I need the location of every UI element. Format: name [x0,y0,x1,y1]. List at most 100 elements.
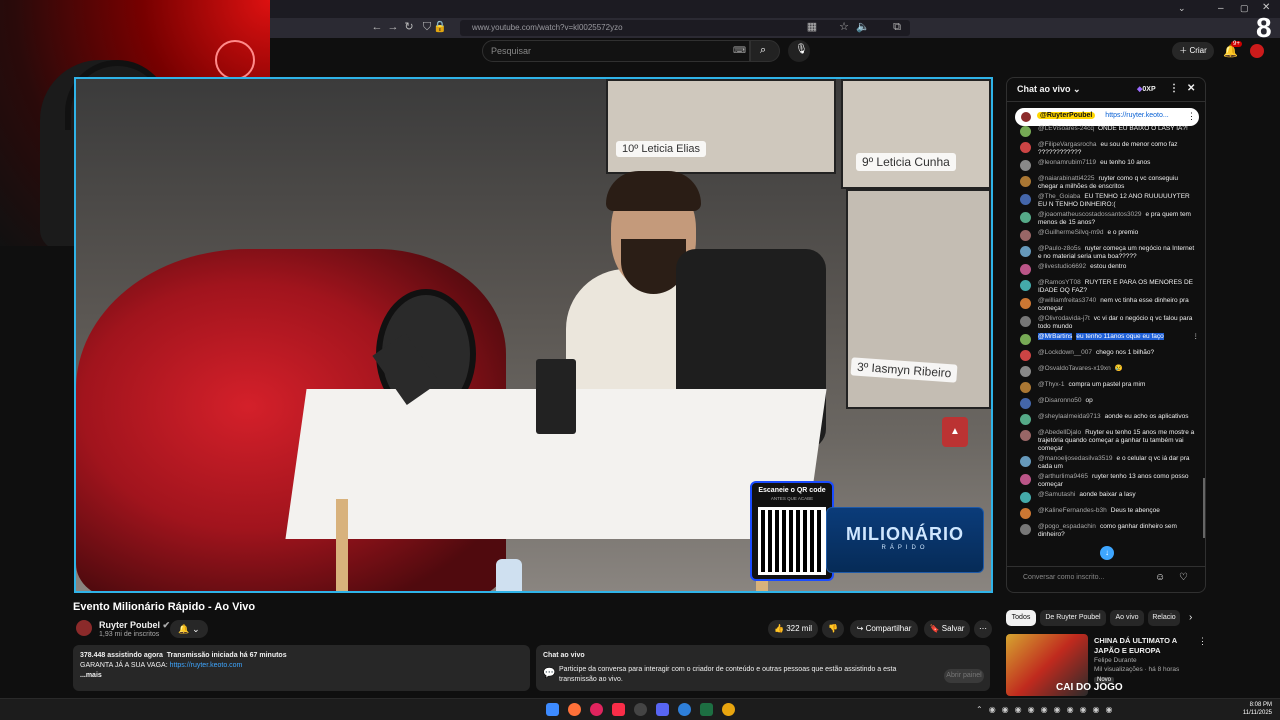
chat-author[interactable]: @williamfreitas3740 [1038,297,1096,304]
windows-start-icon[interactable] [546,703,559,716]
chat-message[interactable]: @manoeljosedasilva3519 e o celular q vc i… [1007,454,1205,472]
chat-avatar[interactable] [1020,366,1031,377]
chat-avatar[interactable] [1020,230,1031,241]
recommendation-title[interactable]: CHINA DÁ ULTIMATO A JAPÃO E EUROPA [1094,636,1198,656]
chat-message[interactable]: @KalineFernandes-b3h Deus te abençoe [1007,506,1205,522]
chat-author[interactable]: @AbedellDjalo [1038,429,1081,436]
search-button[interactable]: ⌕ [750,40,780,62]
chat-avatar[interactable] [1020,398,1031,409]
chat-message[interactable]: @The_Goiaba EU TENHO 12 ANO RUUUUUYTER EU… [1007,192,1205,210]
chat-message[interactable]: @arthurlima9465 ruyter tenho 13 anos como… [1007,472,1205,490]
chat-message[interactable]: @williamfreitas3740 nem vc tinha esse din… [1007,296,1205,314]
chat-author[interactable]: @FilipeVargasrocha [1038,141,1097,148]
app2-icon[interactable] [678,703,691,716]
chat-author[interactable]: @KalineFernandes-b3h [1038,507,1107,514]
save-button[interactable]: 🔖 Salvar [924,620,970,638]
forward-icon[interactable]: → [386,20,400,34]
chat-author[interactable]: @LEVisoares-24cq [1038,125,1094,132]
xp-badge[interactable]: ◆0XP [1137,85,1156,93]
chat-message[interactable]: @RamosYT08 RUYTER E PARA OS MENORES DE ID… [1007,278,1205,296]
chip-channel[interactable]: De Ruyter Poubel [1040,610,1106,626]
maximize-icon[interactable]: ▢ [1240,3,1249,14]
chat-author[interactable]: @OsvaldoTavares-x19xn [1038,365,1111,372]
chat-author[interactable]: @Olivrodavida-j7t [1038,315,1090,322]
chat-author[interactable]: @livestudio6692 [1038,263,1086,270]
chat-avatar[interactable] [1020,246,1031,257]
chat-message[interactable]: @livestudio6692 estou dentro [1007,262,1205,278]
chat-author[interactable]: @manoeljosedasilva3519 [1038,455,1113,462]
chat-avatar[interactable] [1020,334,1031,345]
chat-message[interactable]: @joaomatheuscostadossantos3029 e pra quem… [1007,210,1205,228]
chat-author[interactable]: @leonamrubim7119 [1038,159,1096,166]
speaker-icon[interactable]: 🔈 [856,20,870,34]
chat-author[interactable]: @Samutashi [1038,491,1075,498]
chat-avatar[interactable] [1020,492,1031,503]
channel-avatar[interactable] [76,620,92,636]
chat-message[interactable]: @OsvaldoTavares-x19xn 😢 [1007,364,1205,380]
chat-message[interactable]: @Olivrodavida-j7t vc vi dar o negócio q v… [1007,314,1205,332]
chat-author[interactable]: @pogo_espadachin [1038,523,1096,530]
chat-input[interactable]: Conversar como inscrito... [1015,570,1155,586]
minimize-icon[interactable]: – [1218,3,1224,14]
description-box[interactable]: 378.448 assistindo agora Transmissão ini… [73,645,530,691]
chat-message[interactable]: @leonamrubim7119 eu tenho 10 anos [1007,158,1205,174]
back-icon[interactable]: ← [370,20,384,34]
chat-avatar[interactable] [1020,430,1031,441]
obs-icon[interactable] [634,703,647,716]
chat-message[interactable]: @LEVisoares-24cq ONDE EU BAIXO O LASY IA?… [1007,124,1205,140]
extensions-icon[interactable]: ⧉ [890,20,904,34]
chat-message[interactable]: @naiarabinatti4225 ruyter como q vc conse… [1007,174,1205,192]
more-actions-button[interactable]: ⋯ [974,620,992,638]
chat-message[interactable]: @Thyx-1 compra um pastel pra mim [1007,380,1205,396]
chat-author[interactable]: @Paulo-z8o5s [1038,245,1081,252]
chip-live[interactable]: Ao vivo [1110,610,1144,626]
chip-all[interactable]: Todos [1006,610,1036,626]
chat-author[interactable]: @GuilhermeSilvq-m9d [1038,229,1103,236]
recommendation-more-icon[interactable]: ⋮ [1198,636,1207,647]
chat-author[interactable]: @The_Goiaba [1038,193,1080,200]
shield-icon[interactable]: ⛉ [420,20,434,34]
chat-avatar[interactable] [1020,264,1031,275]
chat-avatar[interactable] [1020,212,1031,223]
chat-author[interactable]: @arthurlima9465 [1038,473,1088,480]
chat-author[interactable]: @sheylaalmeida9713 [1038,413,1101,420]
chat-author[interactable]: @RamosYT08 [1038,279,1081,286]
keyboard-icon[interactable]: ⌨ [733,45,746,56]
chat-message[interactable]: @Lockdown__007 chego nos 1 bilhão? [1007,348,1205,364]
video-player[interactable]: 10º Leticia Elias 9º Leticia Cunha 3º Ia… [74,77,993,593]
chat-author[interactable]: @Thyx-1 [1038,381,1064,388]
emoji-icon[interactable]: ☺ [1155,572,1165,583]
chat-message[interactable]: @sheylaalmeida9713 aonde eu acho os aplic… [1007,412,1205,428]
open-panel-button[interactable]: Abrir painel [944,669,984,683]
chat-avatar[interactable] [1020,126,1031,137]
chat-message[interactable]: @MrBartins eu tenho 11anos oque eu faço ⋮ [1007,332,1205,348]
share-button[interactable]: ↪ Compartilhar [850,620,918,638]
recommendation-channel[interactable]: Felipe Durante [1094,657,1137,664]
reader-icon[interactable]: ▦ [805,20,819,34]
chat-author[interactable]: @MrBartins [1038,333,1073,340]
chat-message[interactable]: @AbedellDjalo Ruyter eu tenho 15 anos me … [1007,428,1205,454]
chat-avatar[interactable] [1020,280,1031,291]
chrome-icon[interactable] [722,703,735,716]
scroll-up-button[interactable]: ▲ [942,417,968,447]
chat-message[interactable]: @Paulo-z8o5s ruyter começa um negócio na … [1007,244,1205,262]
show-more-link[interactable]: ...mais [80,671,523,681]
vaga-link[interactable]: https://ruyter.keoto.com [170,662,243,669]
chat-avatar[interactable] [1020,194,1031,205]
chip-related[interactable]: Relacio [1148,610,1180,626]
chat-message[interactable]: @GuilhermeSilvq-m9d e o premio [1007,228,1205,244]
chat-avatar[interactable] [1020,474,1031,485]
chat-author[interactable]: @Disaronno50 [1038,397,1081,404]
chat-avatar[interactable] [1020,160,1031,171]
discord-icon[interactable] [656,703,669,716]
avatar[interactable] [1250,44,1264,58]
chat-avatar[interactable] [1020,350,1031,361]
music-icon[interactable] [612,703,625,716]
chat-title-dropdown[interactable]: Chat ao vivo ⌄ [1017,84,1081,94]
chat-avatar[interactable] [1020,298,1031,309]
create-button[interactable]: ＋ Criar [1172,42,1214,60]
heart-icon[interactable]: ♡ [1179,572,1188,583]
chat-scrollbar[interactable] [1203,478,1205,538]
firefox-icon[interactable] [568,703,581,716]
chat-avatar[interactable] [1020,414,1031,425]
